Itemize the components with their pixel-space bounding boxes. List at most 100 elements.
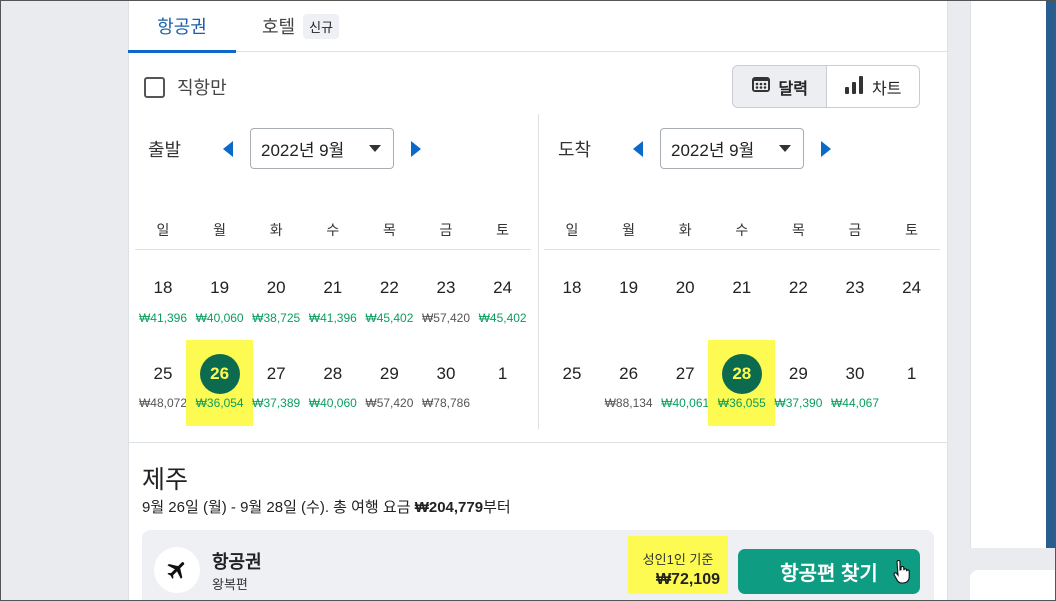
- arrival-day-cell: 25: [544, 340, 600, 426]
- caret-down-icon: [369, 144, 381, 152]
- weekday-label: 수: [735, 222, 749, 238]
- trip-total-suffix: 부터: [483, 499, 511, 516]
- weekday-label: 토: [496, 222, 510, 238]
- departure-month-value: 2022년 9월: [261, 141, 345, 160]
- bar-chart-icon: [844, 74, 864, 99]
- day-number: 22: [379, 278, 399, 297]
- arrival-next-month-button[interactable]: [812, 128, 840, 169]
- day-number: 20: [266, 278, 286, 297]
- day-number: 29: [788, 364, 808, 383]
- weekday-label: 월: [213, 222, 227, 238]
- chevron-left-icon: [633, 140, 643, 157]
- weekday-label: 일: [565, 222, 579, 238]
- weekday-label: 화: [269, 222, 283, 238]
- find-flights-label: 항공편 찾기: [780, 563, 878, 585]
- departure-day-cell: 1: [475, 340, 531, 426]
- departure-day-cell[interactable]: 29 ₩57,420: [361, 340, 417, 426]
- calendar-view-label: 달력: [778, 80, 808, 98]
- arrival-month-header: 도착 2022년 9월: [558, 128, 840, 169]
- day-number: 19: [210, 278, 230, 297]
- trip-summary: 9월 26일 (월) - 9월 28일 (수). 총 여행 요금 ₩204,77…: [142, 496, 511, 517]
- calendar-divider: [538, 114, 539, 429]
- day-number: 21: [732, 278, 752, 297]
- day-number: 18: [153, 278, 173, 297]
- departure-weekday-row: 일월화수목금토: [135, 212, 531, 250]
- arrival-weekday-row: 일월화수목금토: [544, 212, 940, 250]
- arrival-day-cell[interactable]: 27 ₩40,061: [657, 340, 713, 426]
- day-number: 20: [675, 278, 695, 297]
- weekday-label: 화: [678, 222, 692, 238]
- day-number: 24: [493, 278, 513, 297]
- arrival-month-value: 2022년 9월: [671, 141, 755, 160]
- departure-day-cell[interactable]: 27 ₩37,389: [248, 340, 304, 426]
- departure-month-select[interactable]: 2022년 9월: [250, 128, 394, 169]
- day-number: 19: [619, 278, 639, 297]
- departure-prev-month-button[interactable]: [214, 128, 242, 169]
- departure-day-cell[interactable]: 25 ₩48,072: [135, 340, 191, 426]
- airplane-icon: [167, 562, 185, 579]
- day-number: 28: [323, 364, 343, 383]
- day-number: 21: [323, 278, 343, 297]
- tab-bar: 항공권 호텔 신규: [128, 0, 948, 53]
- side-panel: [970, 0, 1056, 548]
- side-card: [970, 570, 1056, 601]
- weekday-label: 수: [326, 222, 340, 238]
- day-price: ₩44,067: [830, 396, 880, 410]
- side-image: [1046, 0, 1056, 548]
- tab-flights-label: 항공권: [157, 17, 207, 37]
- trip-dates: 9월 26일 (월) - 9월 28일 (수). 총 여행 요금: [142, 499, 415, 516]
- weekday-label: 금: [439, 222, 453, 238]
- chart-view-label: 차트: [872, 80, 902, 98]
- day-number: 27: [675, 364, 695, 383]
- departure-day-cell[interactable]: 28 ₩40,060: [305, 340, 361, 426]
- day-number: 25: [153, 364, 173, 383]
- departure-month-header: 출발 2022년 9월: [148, 128, 430, 169]
- view-toggle: 달력 차트: [732, 65, 920, 108]
- selected-day-number[interactable]: 26: [199, 354, 240, 394]
- weekday-label: 토: [905, 222, 919, 238]
- day-price: ₩45,402: [478, 311, 527, 325]
- weekday-label: 일: [156, 222, 170, 238]
- arrival-month-select[interactable]: 2022년 9월: [660, 128, 804, 169]
- departure-next-month-button[interactable]: [402, 128, 430, 169]
- day-number: 1: [497, 364, 508, 383]
- direct-only-checkbox[interactable]: [144, 76, 165, 98]
- departure-day-cell[interactable]: 30 ₩78,786: [418, 340, 474, 426]
- arrival-day-cell[interactable]: 30 ₩44,067: [827, 340, 883, 426]
- day-number: 27: [266, 364, 286, 383]
- weekday-label: 목: [382, 222, 396, 238]
- price-basis-label: 성인1인 기준: [642, 552, 714, 567]
- chevron-left-icon: [223, 140, 233, 157]
- hand-cursor-icon: [892, 560, 910, 589]
- direct-only-toggle[interactable]: 직항만: [144, 74, 227, 100]
- chevron-right-icon: [821, 140, 831, 157]
- trip-total-price: ₩204,779: [414, 499, 484, 516]
- departure-day-cell[interactable]: 26 ₩36,054: [185, 340, 253, 426]
- result-price: ₩72,109: [655, 571, 720, 588]
- arrival-day-cell: 1: [884, 340, 940, 426]
- plane-icon-wrap: [154, 547, 200, 593]
- tab-flights[interactable]: 항공권: [128, 0, 236, 53]
- chevron-right-icon: [411, 140, 421, 157]
- calendar-icon: [751, 75, 771, 98]
- day-price: ₩78,786: [421, 396, 471, 410]
- direct-only-label: 직항만: [177, 78, 227, 98]
- arrival-prev-month-button[interactable]: [624, 128, 652, 169]
- arrival-day-cell[interactable]: 29 ₩37,390: [770, 340, 826, 426]
- chart-view-button[interactable]: 차트: [827, 66, 920, 107]
- day-number: 25: [562, 364, 582, 383]
- arrival-day-cell[interactable]: 28 ₩36,055: [707, 340, 775, 426]
- selected-day-number[interactable]: 28: [721, 354, 762, 394]
- arrival-day-cell[interactable]: 26 ₩88,134: [601, 340, 657, 426]
- day-number: 1: [906, 364, 917, 383]
- weekday-label: 목: [791, 222, 805, 238]
- calendar-view-button[interactable]: 달력: [733, 66, 827, 107]
- day-number: 30: [845, 364, 865, 383]
- weekday-label: 금: [848, 222, 862, 238]
- day-number: 23: [436, 278, 456, 297]
- caret-down-icon: [779, 144, 791, 152]
- tab-hotel[interactable]: 호텔 신규: [262, 0, 352, 52]
- day-number: 23: [845, 278, 865, 297]
- day-number: 30: [436, 364, 456, 383]
- tab-hotel-label: 호텔: [262, 17, 296, 37]
